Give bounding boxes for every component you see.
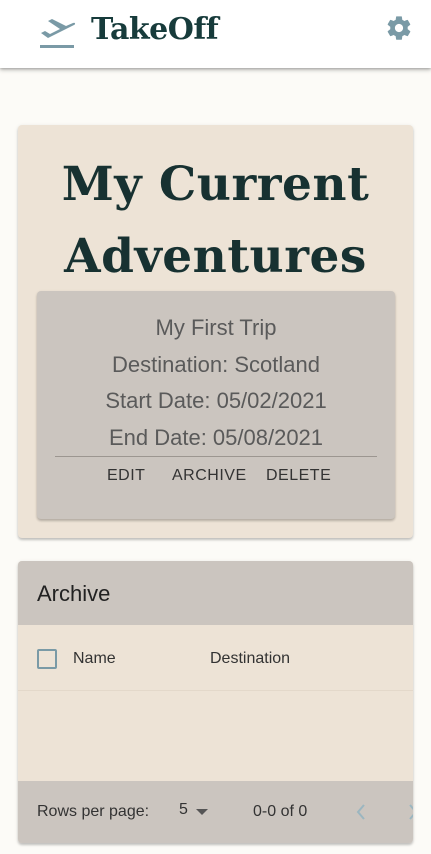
plane-takeoff-icon xyxy=(40,19,76,48)
brand-title[interactable]: TakeOff xyxy=(91,12,219,47)
app-bar: TakeOff xyxy=(0,0,431,68)
archive-button[interactable]: ARCHIVE xyxy=(172,467,247,485)
archive-toolbar: Archive xyxy=(18,561,413,625)
archive-table-card: Archive Name Destination Rows per page: … xyxy=(18,561,413,843)
pagination-range: 0-0 of 0 xyxy=(253,803,308,820)
select-all-checkbox[interactable] xyxy=(37,649,57,669)
chevron-right-icon[interactable] xyxy=(403,799,413,825)
chevron-down-icon[interactable] xyxy=(196,809,208,817)
chevron-left-icon[interactable] xyxy=(351,799,371,825)
column-header-name[interactable]: Name xyxy=(73,650,116,668)
delete-button[interactable]: DELETE xyxy=(266,467,331,485)
rows-per-page-label: Rows per page: xyxy=(37,803,150,820)
trip-name: My First Trip xyxy=(155,315,277,340)
column-header-destination[interactable]: Destination xyxy=(210,650,290,668)
trip-destination: Destination: Scotland xyxy=(112,352,320,377)
page-title-line-1: My Current xyxy=(61,157,370,212)
edit-button[interactable]: EDIT xyxy=(107,467,145,485)
table-pagination: Rows per page: 5 0-0 of 0 xyxy=(18,781,413,843)
page-title: My Current Adventures xyxy=(18,149,413,293)
current-adventures-card: My Current Adventures My First Trip Dest… xyxy=(18,125,413,538)
divider xyxy=(55,456,377,457)
trip-card: My First Trip Destination: Scotland Star… xyxy=(37,291,395,519)
trip-end-date: End Date: 05/08/2021 xyxy=(108,425,324,450)
trip-start-date: Start Date: 05/02/2021 xyxy=(105,388,327,413)
page-title-line-2: Adventures xyxy=(64,229,367,284)
gear-icon[interactable] xyxy=(385,14,413,42)
rows-per-page-select[interactable]: 5 xyxy=(179,801,188,819)
archive-title: Archive xyxy=(37,581,111,606)
table-header-row: Name Destination xyxy=(18,625,413,691)
trip-actions: EDIT ARCHIVE DELETE xyxy=(37,467,395,491)
